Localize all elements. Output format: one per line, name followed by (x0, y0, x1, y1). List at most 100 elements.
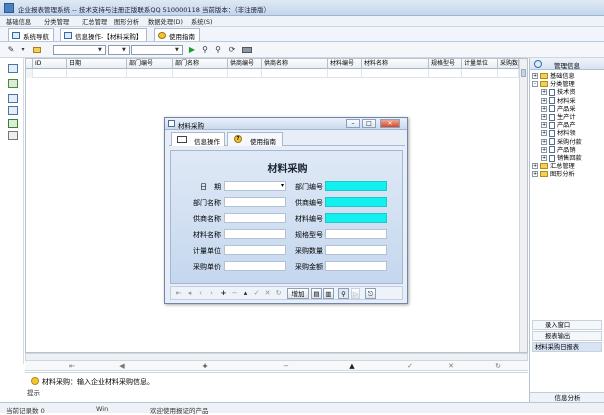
prev-record-button[interactable]: ‹ (196, 289, 205, 298)
expand-icon[interactable]: + (532, 171, 538, 178)
horizontal-scrollbar[interactable] (25, 353, 528, 361)
table-cell[interactable] (262, 69, 328, 78)
add-button[interactable]: 增加 (287, 288, 309, 299)
expand-icon[interactable]: + (541, 105, 547, 112)
supplier-code-field[interactable] (325, 197, 387, 207)
edit-record-button[interactable]: ✓ (405, 361, 415, 371)
query-value-select[interactable]: ▼ (131, 45, 183, 55)
unit-price-field[interactable] (224, 261, 286, 271)
entry-window-button[interactable]: 录入窗口 (532, 320, 602, 330)
close-button[interactable]: ✕ (380, 119, 400, 128)
expand-icon[interactable]: + (532, 73, 538, 79)
table-cell[interactable] (429, 69, 462, 78)
replace-icon[interactable]: ⟳ (227, 45, 237, 55)
column-header-supplier-name[interactable]: 供商名称 (262, 59, 328, 69)
print-icon[interactable]: ▤ (311, 288, 322, 299)
table-cell[interactable] (362, 69, 429, 78)
column-header-id[interactable]: ID (33, 59, 67, 69)
material-code-field[interactable] (325, 213, 387, 223)
menu-basic-info[interactable]: 基础信息 (6, 17, 31, 26)
dept-code-field[interactable] (325, 181, 387, 191)
delete-record-button[interactable]: − (230, 289, 239, 298)
menu-summary[interactable]: 汇总管理 (82, 17, 107, 26)
material-name-field[interactable] (224, 229, 286, 239)
amount-field[interactable] (325, 261, 387, 271)
filter-icon[interactable] (8, 131, 18, 140)
search-icon[interactable]: ⚲ (338, 288, 349, 299)
column-header-unit[interactable]: 计量单位 (462, 59, 498, 69)
report-output-button[interactable]: 报表输出 (532, 331, 602, 341)
expand-icon[interactable]: + (541, 89, 547, 96)
quantity-field[interactable] (325, 245, 387, 255)
menu-category[interactable]: 分类管理 (44, 17, 69, 26)
maximize-button[interactable]: □ (362, 119, 376, 128)
table-row[interactable] (26, 69, 519, 78)
expand-icon[interactable]: + (541, 97, 547, 104)
table-cell[interactable] (33, 69, 67, 78)
cancel-button[interactable]: ✕ (263, 289, 272, 298)
daily-report-button[interactable]: 材料采购日报表 (532, 342, 602, 352)
find-next-icon[interactable]: ⚲ (213, 45, 223, 55)
column-header-spec[interactable]: 规格型号 (429, 59, 462, 69)
expand-icon[interactable]: + (541, 138, 547, 145)
refresh-button[interactable]: ↻ (493, 361, 503, 371)
play-icon[interactable]: ▶ (187, 45, 197, 55)
back-icon[interactable] (534, 60, 542, 68)
expand-icon[interactable]: + (541, 155, 547, 161)
cancel-edit-button[interactable]: ✕ (446, 361, 456, 371)
table-cell[interactable] (67, 69, 127, 78)
post-button[interactable]: ✓ (252, 289, 261, 298)
table-cell[interactable] (462, 69, 498, 78)
column-header-dept-name[interactable]: 部门名称 (173, 59, 228, 69)
grid-view-icon[interactable] (8, 64, 18, 73)
column-header-material-name[interactable]: 材料名称 (362, 59, 429, 69)
table-cell[interactable] (328, 69, 362, 78)
vertical-scrollbar[interactable] (519, 59, 527, 352)
exit-icon[interactable]: ⎋ (365, 288, 376, 299)
up-button[interactable]: ▲ (347, 361, 357, 371)
dept-name-field[interactable] (224, 197, 286, 207)
dropdown-arrow-icon[interactable]: ▾ (18, 45, 28, 55)
row-selector[interactable] (26, 69, 33, 78)
column-header-date[interactable]: 日期 (67, 59, 127, 69)
first-record-button[interactable]: ⇤ (174, 289, 183, 298)
excel-icon[interactable] (8, 119, 18, 128)
scrollbar-thumb[interactable] (521, 69, 526, 77)
date-field[interactable]: ▾ (224, 181, 286, 191)
collapse-icon[interactable]: - (532, 81, 538, 88)
menu-data[interactable]: 数据处理(D) (148, 17, 183, 26)
info-analysis-tab[interactable]: 信息分析 (530, 392, 604, 402)
column-header-quantity[interactable]: 采购数 (498, 59, 519, 69)
expand-icon[interactable]: + (541, 130, 547, 137)
expand-icon[interactable]: + (532, 163, 538, 170)
minimize-button[interactable]: – (346, 119, 360, 128)
up-button[interactable]: ▴ (241, 289, 250, 298)
chevron-down-icon[interactable]: ▾ (281, 182, 284, 190)
print-icon[interactable] (242, 45, 252, 55)
prev-page-button[interactable]: ◀ (117, 361, 127, 371)
next-record-button[interactable]: › (207, 289, 216, 298)
table-icon[interactable] (8, 106, 18, 115)
table-cell[interactable] (228, 69, 262, 78)
tree-item[interactable]: + 图形分析 (532, 170, 604, 179)
prev-page-button[interactable]: ◂ (185, 289, 194, 298)
add-record-button[interactable]: + (200, 361, 210, 371)
tab-info-operation[interactable]: 信息操作 (171, 132, 225, 146)
expand-icon[interactable]: + (541, 146, 547, 153)
menu-system[interactable]: 系统(S) (191, 17, 213, 26)
field-select[interactable]: ▼ (53, 45, 106, 55)
expand-icon[interactable]: + (541, 114, 547, 120)
export-icon[interactable]: ▥ (323, 288, 334, 299)
tab-guide[interactable]: 使用指南 (154, 28, 200, 41)
delete-record-button[interactable]: − (281, 361, 291, 371)
tab-info-operation[interactable]: 信息操作-【材料采购】 (60, 28, 148, 41)
next-page-button[interactable]: ▷ (351, 288, 360, 299)
column-header-supplier-code[interactable]: 供商编号 (228, 59, 262, 69)
import-icon[interactable] (8, 79, 18, 88)
column-header-dept-code[interactable]: 部门编号 (127, 59, 173, 69)
tab-navigation[interactable]: 系统导航 (8, 28, 54, 41)
operator-select[interactable]: ▼ (108, 45, 130, 55)
table-cell[interactable] (127, 69, 173, 78)
layout-icon[interactable] (8, 94, 18, 103)
add-record-button[interactable]: + (219, 289, 228, 298)
